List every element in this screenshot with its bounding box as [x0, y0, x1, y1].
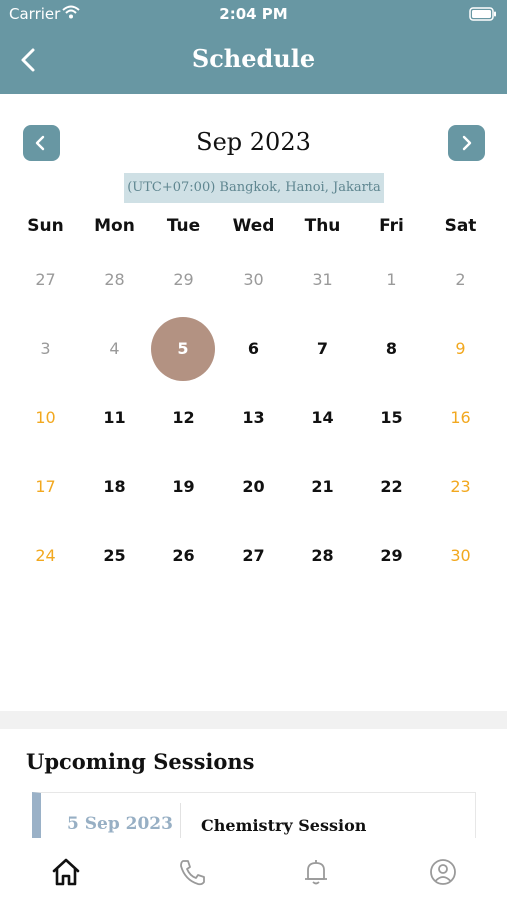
page-title: Schedule [191, 44, 316, 73]
calendar-day[interactable]: 31 [288, 245, 357, 314]
tab-profile[interactable] [423, 852, 463, 892]
calendar-day[interactable]: 16 [426, 383, 495, 452]
calendar-day[interactable]: 18 [80, 452, 149, 521]
calendar-day[interactable]: 14 [288, 383, 357, 452]
calendar-day[interactable]: 10 [11, 383, 80, 452]
weekday-header: Sun Mon Tue Wed Thu Fri Sat [11, 216, 496, 242]
tab-notifications[interactable] [296, 852, 336, 892]
selected-day-indicator: 5 [151, 317, 215, 381]
calendar-day[interactable]: 27 [11, 245, 80, 314]
calendar-day[interactable]: 30 [219, 245, 288, 314]
calendar-day[interactable]: 25 [80, 521, 149, 590]
weekday-label: Tue [166, 216, 201, 236]
calendar-day[interactable]: 1 [357, 245, 426, 314]
tab-calls[interactable] [172, 852, 212, 892]
section-divider [0, 711, 507, 729]
calendar-day[interactable]: 26 [149, 521, 218, 590]
calendar-day[interactable]: 15 [357, 383, 426, 452]
weekday-label: Sat [444, 216, 477, 236]
bell-icon [305, 860, 327, 885]
phone-icon [180, 860, 205, 886]
session-name: Chemistry Session [201, 816, 367, 835]
calendar-day[interactable]: 28 [288, 521, 357, 590]
top-bar: Carrier 2:04 PM Schedule [0, 0, 507, 94]
calendar-day[interactable]: 3 [11, 314, 80, 383]
weekday-label: Wed [232, 216, 275, 236]
weekday-label: Sun [27, 216, 64, 236]
calendar-grid: 27 28 29 30 31 1 2 3 4 5 6 7 8 9 10 11 1… [11, 245, 496, 590]
calendar-day[interactable]: 29 [357, 521, 426, 590]
timezone-label[interactable]: (UTC+07:00) Bangkok, Hanoi, Jakarta [124, 173, 384, 203]
calendar-day[interactable]: 12 [149, 383, 218, 452]
weekday-label: Fri [379, 216, 404, 236]
calendar-day[interactable]: 13 [219, 383, 288, 452]
calendar-day[interactable]: 28 [80, 245, 149, 314]
weekday-label: Thu [304, 216, 341, 236]
chevron-right-icon [462, 135, 472, 151]
month-label: Sep 2023 [196, 128, 311, 156]
calendar-day[interactable]: 17 [11, 452, 80, 521]
calendar-day[interactable]: 22 [357, 452, 426, 521]
home-icon [52, 858, 80, 886]
calendar-day[interactable]: 21 [288, 452, 357, 521]
calendar-day[interactable]: 30 [426, 521, 495, 590]
next-month-button[interactable] [448, 125, 485, 161]
session-date: 5 Sep 2023 [67, 814, 173, 834]
profile-icon [430, 859, 456, 885]
tab-bar [0, 838, 507, 900]
status-bar: Carrier 2:04 PM [0, 0, 507, 28]
upcoming-sessions-title: Upcoming Sessions [26, 749, 255, 774]
calendar-day[interactable]: 2 [426, 245, 495, 314]
calendar-day[interactable]: 6 [219, 314, 288, 383]
month-navigation: Sep 2023 [0, 125, 507, 163]
calendar-day[interactable]: 4 [80, 314, 149, 383]
calendar-day[interactable]: 23 [426, 452, 495, 521]
calendar-day[interactable]: 19 [149, 452, 218, 521]
calendar-day-selected[interactable]: 5 [149, 314, 218, 383]
calendar-day[interactable]: 27 [219, 521, 288, 590]
calendar-day[interactable]: 29 [149, 245, 218, 314]
weekday-label: Mon [94, 216, 135, 236]
battery-icon [469, 7, 497, 25]
calendar-day[interactable]: 9 [426, 314, 495, 383]
tab-home[interactable] [46, 852, 86, 892]
calendar-day[interactable]: 7 [288, 314, 357, 383]
calendar-day[interactable]: 8 [357, 314, 426, 383]
calendar-day[interactable]: 20 [219, 452, 288, 521]
calendar-day[interactable]: 11 [80, 383, 149, 452]
status-time: 2:04 PM [219, 5, 288, 23]
calendar-day[interactable]: 24 [11, 521, 80, 590]
